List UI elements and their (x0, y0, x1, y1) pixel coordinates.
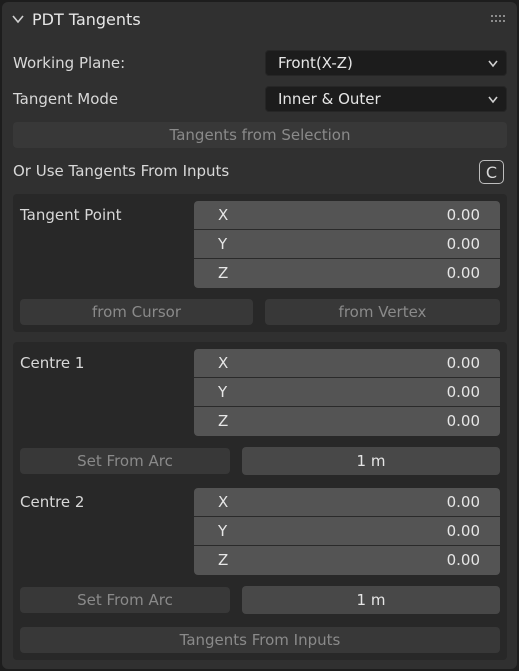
axis-label: Y (218, 235, 228, 253)
centre2-vector: X 0.00 Y 0.00 Z 0.00 (194, 488, 500, 575)
drag-handle-icon[interactable] (491, 14, 505, 24)
field-value: 0.00 (446, 551, 480, 569)
axis-label: X (218, 354, 229, 372)
axis-label: Z (218, 551, 229, 569)
working-plane-value: Front(X-Z) (278, 54, 353, 72)
axis-label: Y (218, 383, 228, 401)
use-inputs-toggle[interactable]: C (479, 160, 504, 184)
from-cursor-button[interactable]: from Cursor (20, 299, 253, 325)
centre2-y-field[interactable]: Y 0.00 (194, 517, 500, 546)
field-value: 0.00 (446, 412, 480, 430)
working-plane-label: Working Plane: (13, 54, 126, 72)
tangents-from-inputs-button[interactable]: Tangents From Inputs (20, 627, 500, 653)
centre1-z-field[interactable]: Z 0.00 (194, 407, 500, 436)
centres-box: Centre 1 X 0.00 Y 0.00 Z 0.00 Set From A… (13, 342, 507, 660)
field-value: 0.00 (446, 206, 480, 224)
centre1-radius-field[interactable]: 1 m (242, 447, 500, 475)
field-value: 0.00 (446, 383, 480, 401)
centre2-label: Centre 2 (20, 493, 85, 511)
field-value: 0.00 (446, 522, 480, 540)
panel-title: PDT Tangents (32, 10, 141, 29)
tangent-point-z-field[interactable]: Z 0.00 (194, 259, 500, 288)
from-vertex-button[interactable]: from Vertex (265, 299, 500, 325)
centre1-vector: X 0.00 Y 0.00 Z 0.00 (194, 349, 500, 436)
axis-label: X (218, 206, 229, 224)
tangent-mode-value: Inner & Outer (278, 90, 381, 108)
axis-label: Y (218, 522, 228, 540)
panel-header[interactable]: PDT Tangents (2, 2, 517, 38)
centre1-x-field[interactable]: X 0.00 (194, 349, 500, 378)
centre1-label: Centre 1 (20, 354, 85, 372)
chevron-down-icon[interactable] (12, 13, 24, 25)
axis-label: Z (218, 264, 229, 282)
axis-label: X (218, 493, 229, 511)
field-value: 0.00 (446, 354, 480, 372)
tangent-point-y-field[interactable]: Y 0.00 (194, 230, 500, 259)
centre2-z-field[interactable]: Z 0.00 (194, 546, 500, 575)
tangent-mode-dropdown[interactable]: Inner & Outer (265, 86, 507, 112)
axis-label: Z (218, 412, 229, 430)
use-inputs-label: Or Use Tangents From Inputs (13, 162, 230, 180)
working-plane-dropdown[interactable]: Front(X-Z) (265, 50, 507, 76)
centre2-radius-field[interactable]: 1 m (242, 586, 500, 614)
tangent-mode-label: Tangent Mode (13, 90, 119, 108)
tangent-point-vector: X 0.00 Y 0.00 Z 0.00 (194, 201, 500, 288)
field-value: 0.00 (446, 235, 480, 253)
centre2-set-from-arc-button[interactable]: Set From Arc (20, 587, 230, 613)
centre1-y-field[interactable]: Y 0.00 (194, 378, 500, 407)
circle-c-icon: C (485, 163, 498, 182)
centre2-x-field[interactable]: X 0.00 (194, 488, 500, 517)
chevron-down-icon (488, 96, 498, 104)
pdt-tangents-panel: PDT Tangents Working Plane: Front(X-Z) T… (2, 2, 517, 669)
tangent-point-label: Tangent Point (20, 206, 122, 224)
field-value: 0.00 (446, 493, 480, 511)
tangents-from-selection-button[interactable]: Tangents from Selection (13, 122, 507, 148)
field-value: 0.00 (446, 264, 480, 282)
tangent-point-box: Tangent Point X 0.00 Y 0.00 Z 0.00 from … (13, 194, 507, 332)
centre1-set-from-arc-button[interactable]: Set From Arc (20, 448, 230, 474)
chevron-down-icon (488, 60, 498, 68)
tangent-point-x-field[interactable]: X 0.00 (194, 201, 500, 230)
